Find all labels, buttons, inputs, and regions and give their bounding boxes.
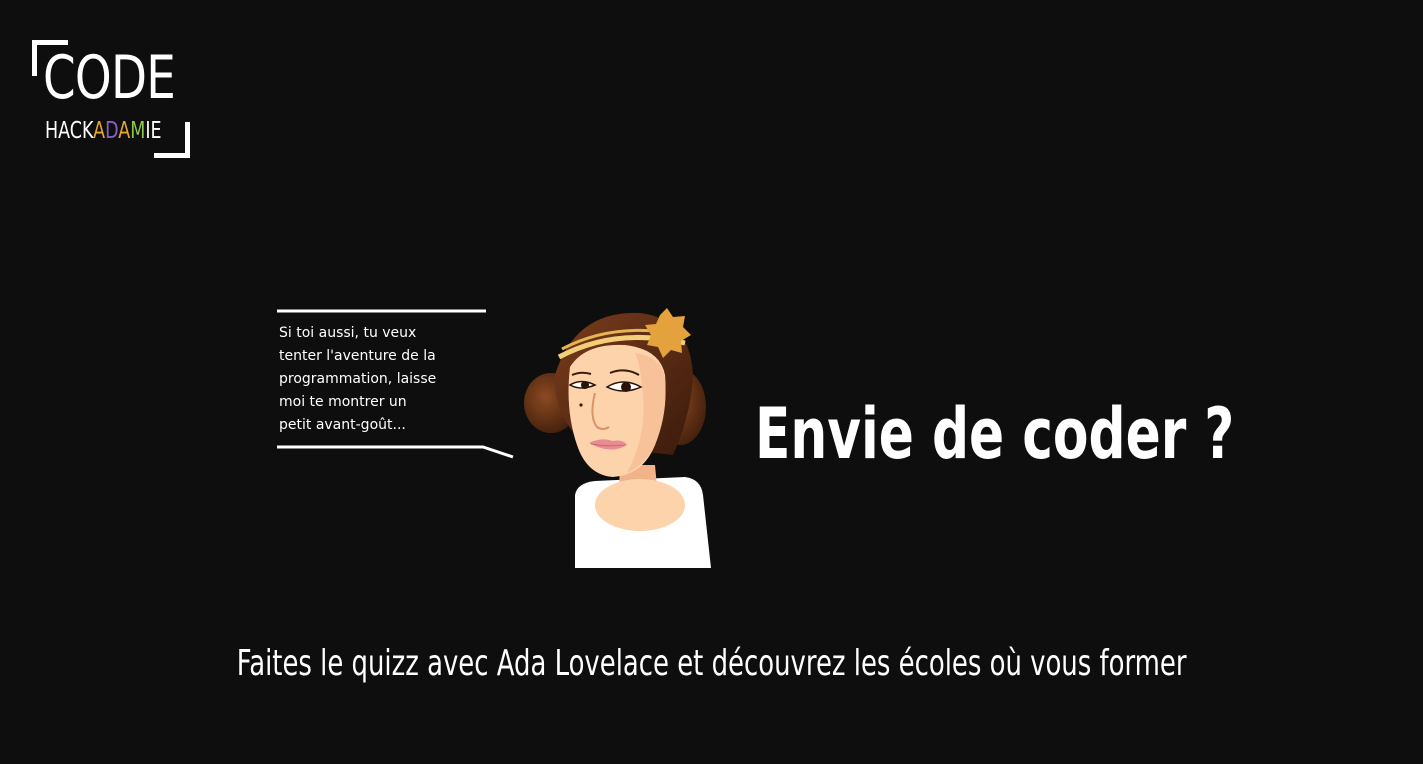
hero-subtitle-text: Faites le quizz avec Ada Lovelace et déc…	[236, 643, 1187, 684]
speech-bubble-text: Si toi aussi, tu veux tenter l'aventure …	[279, 325, 437, 433]
logo-letter-segment: IE	[145, 118, 162, 144]
hero-subtitle: Faites le quizz avec Ada Lovelace et déc…	[0, 640, 1423, 688]
logo-letter-segment: A	[118, 118, 131, 144]
code-hackadamie-logo[interactable]: CODE HACKADAMIE	[32, 40, 190, 158]
hero-headline: Envie de coder ?	[755, 393, 1235, 475]
landing-page: CODE HACKADAMIE Si toi aussi, tu veux te…	[0, 0, 1423, 764]
logo-letter-segment: A	[93, 118, 106, 144]
logo-letter-segment: HACK	[45, 118, 94, 144]
logo-word-code: CODE	[43, 43, 176, 113]
logo-letter-segment: D	[105, 118, 119, 144]
logo-word-hackadamie: HACKADAMIE	[45, 119, 162, 143]
logo-letter-segment: M	[130, 118, 146, 144]
speech-bubble: Si toi aussi, tu veux tenter l'aventure …	[277, 309, 517, 459]
ada-lovelace-illustration	[524, 308, 711, 568]
